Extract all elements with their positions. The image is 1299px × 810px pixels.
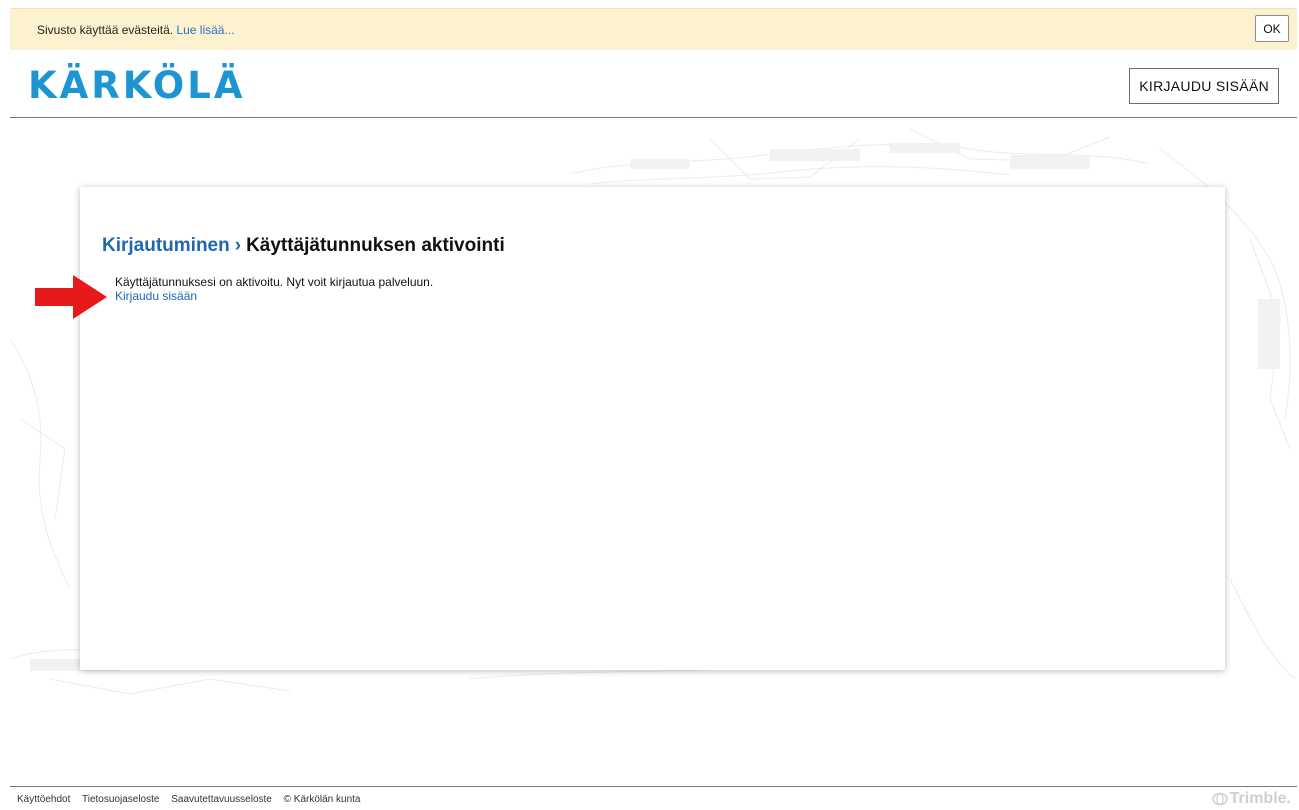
breadcrumb-login-link[interactable]: Kirjautuminen [102,235,230,256]
activation-card: Kirjautuminen › Käyttäjätunnuksen aktivoin… [80,187,1225,670]
trimble-logo[interactable]: Trimble. [1211,790,1291,808]
breadcrumb-current: Käyttäjätunnuksen aktivointi [246,235,505,256]
header: KÄRKÖLÄ KIRJAUDU SISÄÄN [10,50,1297,118]
page-title: Kirjautuminen › Käyttäjätunnuksen aktivoin… [102,235,505,257]
cookie-ok-button[interactable]: OK [1255,15,1289,42]
trimble-mark-icon [1211,792,1228,806]
activation-message: Käyttäjätunnuksesi on aktivoitu. Nyt voi… [115,275,434,289]
footer-links: Käyttöehdot Tietosuojaseloste Saavutetta… [17,794,360,805]
cookie-text: Sivusto käyttää evästeitä. [37,23,174,37]
site-logo[interactable]: KÄRKÖLÄ [28,64,245,107]
cookie-bar: Sivusto käyttää evästeitä. Lue lisää... … [10,8,1297,50]
footer-link-privacy[interactable]: Tietosuojaseloste [82,794,159,805]
page: Sivusto käyttää evästeitä. Lue lisää... … [0,0,1299,810]
login-button[interactable]: KIRJAUDU SISÄÄN [1129,68,1279,104]
trimble-wordmark: Trimble. [1229,790,1291,807]
footer: Käyttöehdot Tietosuojaseloste Saavutetta… [10,786,1297,810]
cookie-read-more-link[interactable]: Lue lisää... [176,23,234,37]
footer-link-accessibility[interactable]: Saavutettavuusseloste [171,794,272,805]
cookie-message: Sivusto käyttää evästeitä. Lue lisää... [37,23,234,37]
footer-copyright: © Kärkölän kunta [283,794,361,805]
breadcrumb-separator: › [234,235,242,256]
footer-link-terms[interactable]: Käyttöehdot [17,794,70,805]
login-link[interactable]: Kirjaudu sisään [115,289,197,303]
red-arrow-icon [35,275,107,319]
